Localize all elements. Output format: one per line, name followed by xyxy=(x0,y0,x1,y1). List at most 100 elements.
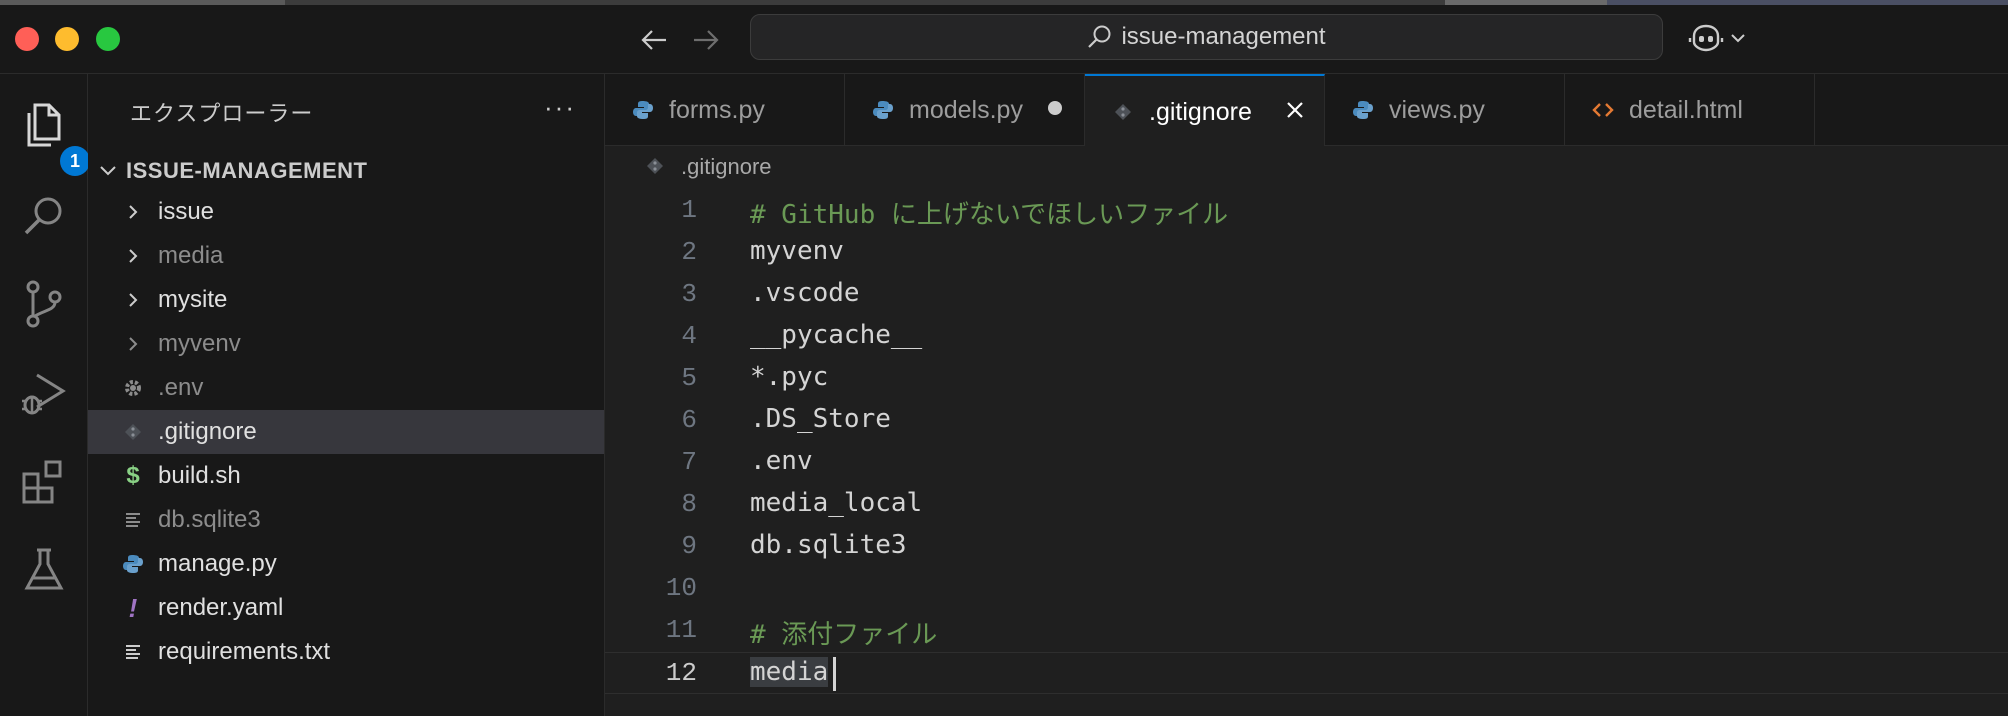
close-icon[interactable] xyxy=(1283,98,1307,122)
more-actions-button[interactable]: ··· xyxy=(544,92,576,123)
tree-item-build-sh[interactable]: $ build.sh xyxy=(88,454,604,498)
line-number: 6 xyxy=(681,405,697,435)
activity-extensions[interactable] xyxy=(18,456,70,508)
code-line-current[interactable]: 12 media xyxy=(605,652,2008,694)
line-number: 8 xyxy=(681,489,697,519)
tab-views-py[interactable]: views.py xyxy=(1325,74,1565,146)
tab-label: models.py xyxy=(909,96,1023,124)
window-strip-segment xyxy=(0,0,285,5)
tree-item-myvenv[interactable]: myvenv xyxy=(88,322,604,366)
text-lines-icon xyxy=(122,630,144,674)
tab-models-py[interactable]: models.py xyxy=(845,74,1085,146)
code-line[interactable]: 11 # 添付ファイル xyxy=(605,610,2008,652)
line-text: __pycache__ xyxy=(750,320,923,350)
tab-gitignore[interactable]: .gitignore xyxy=(1085,74,1325,146)
tree-item-label: mysite xyxy=(158,286,228,313)
code-line[interactable]: 10 xyxy=(605,568,2008,610)
code-line[interactable]: 5 *.pyc xyxy=(605,358,2008,400)
code-line[interactable]: 3 .vscode xyxy=(605,274,2008,316)
line-text: .DS_Store xyxy=(750,404,891,434)
html-code-icon xyxy=(1591,98,1615,122)
tree-item-label: build.sh xyxy=(158,462,241,489)
line-text: # 添付ファイル xyxy=(750,620,938,650)
activity-testing[interactable] xyxy=(18,544,70,596)
title-bar: issue-management xyxy=(0,0,2008,74)
window-strip-segment xyxy=(1445,0,1607,5)
chevron-right-icon xyxy=(122,190,144,234)
forward-button[interactable] xyxy=(690,24,722,56)
copilot-button[interactable] xyxy=(1688,22,1746,54)
source-control-icon xyxy=(26,280,62,328)
tree-item-label: myvenv xyxy=(158,330,241,357)
breadcrumb[interactable]: .gitignore xyxy=(605,146,2008,190)
code-line[interactable]: 6 .DS_Store xyxy=(605,400,2008,442)
tree-item-media[interactable]: media xyxy=(88,234,604,278)
line-number: 3 xyxy=(681,279,697,309)
explorer-sidebar: エクスプローラー ··· ISSUE-MANAGEMENT issue medi… xyxy=(88,74,605,716)
activity-search[interactable] xyxy=(18,190,70,242)
tree-item-mysite[interactable]: mysite xyxy=(88,278,604,322)
code-editor[interactable]: 1 # GitHub に上げないでほしいファイル 2 myvenv 3 .vsc… xyxy=(605,190,2008,716)
tree-item-label: db.sqlite3 xyxy=(158,506,261,533)
line-text: media_local xyxy=(750,488,923,518)
text-lines-icon xyxy=(122,498,144,542)
tab-detail-html[interactable]: detail.html xyxy=(1565,74,1815,146)
minimize-window-button[interactable] xyxy=(55,27,79,51)
search-label: issue-management xyxy=(1121,23,1326,50)
tree-item-manage-py[interactable]: manage.py xyxy=(88,542,604,586)
chevron-right-icon xyxy=(122,322,144,366)
search-icon xyxy=(1088,25,1111,48)
code-line[interactable]: 1 # GitHub に上げないでほしいファイル xyxy=(605,190,2008,232)
extensions-icon xyxy=(22,460,62,504)
tab-forms-py[interactable]: forms.py xyxy=(605,74,845,146)
close-window-button[interactable] xyxy=(15,27,39,51)
line-number: 7 xyxy=(681,447,697,477)
tree-item-issue[interactable]: issue xyxy=(88,190,604,234)
breadcrumb-file: .gitignore xyxy=(681,154,772,179)
maximize-window-button[interactable] xyxy=(96,27,120,51)
line-text: media xyxy=(750,657,829,687)
code-line[interactable]: 2 myvenv xyxy=(605,232,2008,274)
unsaved-dot-icon[interactable] xyxy=(1043,96,1067,120)
tree-item-label: .env xyxy=(158,374,204,401)
line-number: 12 xyxy=(665,658,697,688)
activity-run-debug[interactable] xyxy=(18,368,70,420)
tree-item-gitignore[interactable]: .gitignore xyxy=(88,410,604,454)
chevron-right-icon xyxy=(122,234,144,278)
activity-source-control[interactable] xyxy=(18,278,70,330)
line-number: 10 xyxy=(665,573,697,603)
code-line[interactable]: 4 __pycache__ xyxy=(605,316,2008,358)
explorer-badge: 1 xyxy=(60,146,90,176)
tree-item-env[interactable]: .env xyxy=(88,366,604,410)
chevron-right-icon xyxy=(122,278,144,322)
code-line[interactable]: 8 media_local xyxy=(605,484,2008,526)
git-file-icon xyxy=(122,410,144,454)
search-icon xyxy=(24,197,62,235)
chevron-down-icon xyxy=(1731,34,1745,43)
back-button[interactable] xyxy=(638,24,670,56)
tree-item-label: issue xyxy=(158,198,215,225)
line-number: 4 xyxy=(681,321,697,351)
line-text: myvenv xyxy=(750,236,844,266)
code-line[interactable]: 9 db.sqlite3 xyxy=(605,526,2008,568)
command-center-search[interactable]: issue-management xyxy=(750,14,1663,60)
tab-label: forms.py xyxy=(669,96,765,124)
workspace-root-folder[interactable]: ISSUE-MANAGEMENT xyxy=(98,151,367,191)
line-number: 9 xyxy=(681,531,697,561)
tree-item-label: render.yaml xyxy=(158,594,284,621)
git-file-icon xyxy=(645,156,665,182)
file-tree: issue media mysite myvenv .env .gitignor… xyxy=(88,190,604,674)
tree-item-requirements-txt[interactable]: requirements.txt xyxy=(88,630,604,674)
code-line[interactable]: 7 .env xyxy=(605,442,2008,484)
tab-label: .gitignore xyxy=(1149,98,1252,126)
tree-item-db-sqlite3[interactable]: db.sqlite3 xyxy=(88,498,604,542)
workspace-root-label: ISSUE-MANAGEMENT xyxy=(126,158,368,183)
tree-item-render-yaml[interactable]: ! render.yaml xyxy=(88,586,604,630)
arrow-right-icon xyxy=(694,30,719,50)
tree-item-label: .gitignore xyxy=(158,418,257,445)
tab-label: detail.html xyxy=(1629,96,1743,124)
line-number: 5 xyxy=(681,363,697,393)
line-text: .env xyxy=(750,446,813,476)
activity-explorer[interactable]: 1 xyxy=(18,96,90,176)
tree-item-label: media xyxy=(158,242,224,269)
